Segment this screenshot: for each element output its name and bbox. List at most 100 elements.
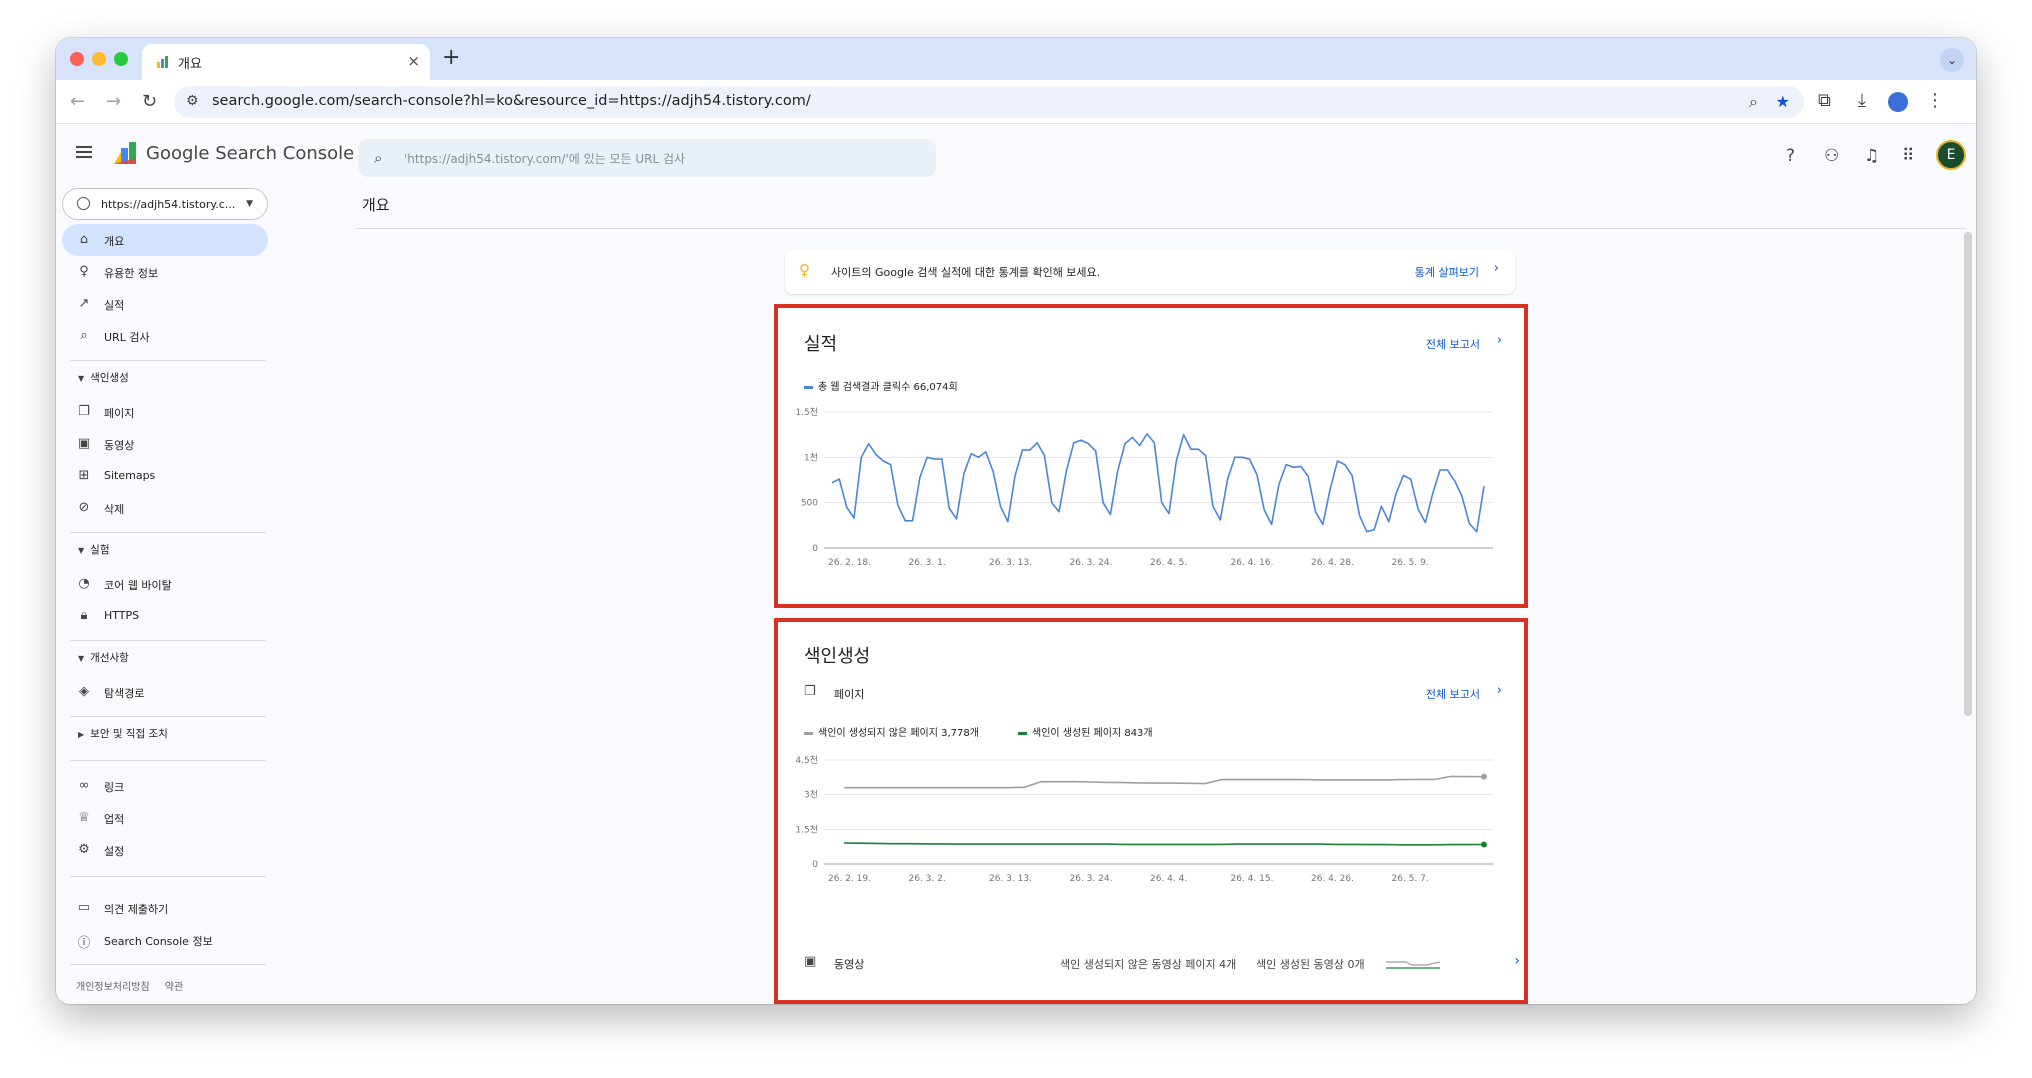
back-arrow-icon[interactable]: ←: [70, 91, 85, 112]
browser-menu-icon[interactable]: ⋮: [1926, 90, 1944, 111]
sidebar-item-settings[interactable]: ⚙ 설정: [62, 834, 268, 866]
sidebar-group-enhancements[interactable]: ▼ 개선사항: [78, 650, 129, 665]
video-label: 동영상: [834, 958, 865, 971]
y-tick-label: 1.5천: [795, 824, 818, 835]
minimize-window-button[interactable]: [92, 52, 106, 66]
sidebar-item-feedback[interactable]: ▭ 의견 제출하기: [62, 892, 268, 924]
chevron-right-icon[interactable]: ›: [1497, 333, 1502, 348]
sidebar-item-insights[interactable]: ♀ 유용한 정보: [62, 256, 268, 288]
tab-close-icon[interactable]: ×: [407, 52, 420, 70]
lock-icon: 🔒︎: [80, 608, 88, 623]
help-icon[interactable]: ?: [1786, 146, 1795, 166]
browser-tab[interactable]: 개요 ×: [142, 44, 430, 80]
x-tick-label: 26. 5. 7.: [1392, 874, 1429, 884]
home-icon: ⌂: [79, 232, 89, 247]
series-end-point: [1481, 841, 1487, 848]
caret-down-icon: ▼: [78, 546, 85, 555]
notifications-bell-icon[interactable]: ♫: [1864, 146, 1879, 166]
profile-icon[interactable]: [1888, 92, 1908, 112]
chevron-right-icon[interactable]: ›: [1497, 683, 1502, 698]
sidebar-item-breadcrumbs[interactable]: ◈ 탐색경로: [62, 676, 268, 708]
chevron-right-icon[interactable]: ›: [1494, 261, 1499, 276]
sidebar-item-about[interactable]: ⓘ Search Console 정보: [62, 924, 268, 956]
sidebar-item-sitemaps[interactable]: ⊞ Sitemaps: [62, 460, 268, 492]
x-tick-label: 26. 4. 28.: [1311, 558, 1354, 568]
sidebar-item-url-inspection[interactable]: ⌕ URL 검사: [62, 320, 268, 352]
apps-grid-icon[interactable]: ⠿: [1902, 146, 1914, 166]
sidebar-item-performance[interactable]: ↗ 실적: [62, 288, 268, 320]
new-tab-button[interactable]: +: [442, 45, 460, 70]
address-bar[interactable]: ⚙ search.google.com/search-console?hl=ko…: [174, 86, 1804, 118]
performance-card: 실적 전체 보고서 › 총 웹 검색결과 클릭수 66,074회 0 500 1천 1…: [774, 304, 1528, 608]
account-avatar[interactable]: E: [1936, 140, 1966, 170]
y-tick-label: 4.5천: [795, 755, 818, 766]
property-url: https://adjh54.tistory.c...: [101, 198, 236, 211]
sidebar-group-indexing[interactable]: ▼ 색인생성: [78, 370, 129, 385]
manage-users-icon[interactable]: ⚇: [1824, 146, 1839, 166]
extensions-icon[interactable]: ⧉: [1818, 90, 1831, 111]
lightbulb-icon: ♀: [79, 264, 89, 279]
x-tick-label: 26. 5. 9.: [1392, 558, 1429, 568]
main-content: 개요 ♀ 사이트의 Google 검색 실적에 대한 통계를 확인해 보세요. …: [276, 188, 1976, 1004]
explore-stats-link[interactable]: 통계 살펴보기: [1415, 264, 1479, 280]
sidebar-item-pages[interactable]: ❐ 페이지: [62, 396, 268, 428]
close-window-button[interactable]: [70, 52, 84, 66]
legend-swatch: [804, 731, 813, 735]
address-url: search.google.com/search-console?hl=ko&r…: [212, 93, 811, 109]
sidebar-item-overview[interactable]: ⌂ 개요: [62, 224, 268, 256]
scrollbar[interactable]: [1964, 232, 1972, 716]
banner-text: 사이트의 Google 검색 실적에 대한 통계를 확인해 보세요.: [831, 266, 1101, 279]
lightbulb-icon: ♀: [799, 261, 810, 279]
sidebar-group-security[interactable]: ▶ 보안 및 직접 조치: [78, 726, 168, 741]
download-icon[interactable]: ⤓: [1858, 90, 1866, 111]
x-tick-label: 26. 4. 4.: [1150, 874, 1187, 884]
url-inspection-search[interactable]: ⌕ 'https://adjh54.tistory.com/'에 있는 모든 U…: [358, 139, 936, 177]
indexing-chart: 0 1.5천 3천 4.5천 26. 2. 19. 26. 3. 2. 26. 3. 13.…: [795, 755, 1493, 884]
privacy-link[interactable]: 개인정보처리방침: [76, 982, 150, 993]
card-title: 색인생성: [804, 646, 871, 667]
info-icon: ⓘ: [77, 936, 91, 951]
video-row[interactable]: ▣ 동영상 색인 생성되지 않은 동영상 페이지 4개 색인 생성된 동영상 0…: [804, 950, 1522, 978]
forward-arrow-icon[interactable]: →: [106, 91, 121, 112]
sidebar-item-label: 페이지: [104, 407, 135, 420]
property-globe-icon: [77, 197, 90, 210]
reload-icon[interactable]: ↻: [142, 91, 157, 112]
pages-icon: ❐: [78, 404, 90, 419]
browser-window: 개요 × + ⌄ ← → ↻ ⚙ search.google.com/searc…: [56, 38, 1976, 1004]
performance-legend: 총 웹 검색결과 클릭수 66,074회: [804, 378, 958, 393]
full-report-link[interactable]: 전체 보고서: [1426, 686, 1480, 702]
search-placeholder: 'https://adjh54.tistory.com/'에 있는 모든 URL…: [404, 152, 686, 166]
sidebar-item-achievements[interactable]: ♕ 업적: [62, 802, 268, 834]
main-menu-icon[interactable]: [76, 146, 92, 158]
x-tick-label: 26. 3. 2.: [909, 874, 946, 884]
x-tick-label: 26. 3. 13.: [989, 874, 1032, 884]
sidebar-item-core-web-vitals[interactable]: ◔ 코어 웹 바이탈: [62, 568, 268, 600]
maximize-window-button[interactable]: [114, 52, 128, 66]
tab-search-menu-icon[interactable]: ⌄: [1940, 48, 1964, 72]
sidebar-item-label: 업적: [104, 813, 125, 826]
full-report-link[interactable]: 전체 보고서: [1426, 336, 1480, 352]
series-line: [831, 432, 1485, 533]
terms-link[interactable]: 약관: [165, 982, 183, 993]
sidebar-item-https[interactable]: 🔒︎ HTTPS: [62, 600, 268, 632]
site-settings-icon[interactable]: ⚙: [186, 93, 199, 109]
page-title: 개요: [362, 196, 390, 214]
sidebar-item-label: 개요: [104, 235, 125, 248]
sidebar-item-label: 유용한 정보: [104, 267, 159, 280]
chevron-right-icon[interactable]: ›: [1514, 953, 1520, 969]
sidebar-item-removals[interactable]: ⊘ 삭제: [62, 492, 268, 524]
zoom-icon[interactable]: ⌕: [1749, 92, 1758, 112]
legend-indexed: 색인이 생성된 페이지 843개: [1018, 724, 1153, 739]
search-console-logo-icon: [114, 142, 136, 164]
desktop-background: 개요 × + ⌄ ← → ↻ ⚙ search.google.com/searc…: [0, 0, 2032, 1078]
title-divider: [356, 228, 1966, 229]
bookmark-star-icon[interactable]: ★: [1776, 92, 1790, 111]
sidebar-group-experience[interactable]: ▼ 실험: [78, 542, 109, 557]
series-end-point: [1481, 773, 1487, 780]
sidebar-divider: [70, 964, 266, 965]
sidebar-item-links[interactable]: ∞ 링크: [62, 770, 268, 802]
property-selector[interactable]: https://adjh54.tistory.c... ▼: [62, 188, 268, 220]
sidebar-item-videos[interactable]: ▣ 동영상: [62, 428, 268, 460]
group-label: 개선사항: [90, 652, 129, 664]
sidebar-item-label: 실적: [104, 299, 125, 312]
